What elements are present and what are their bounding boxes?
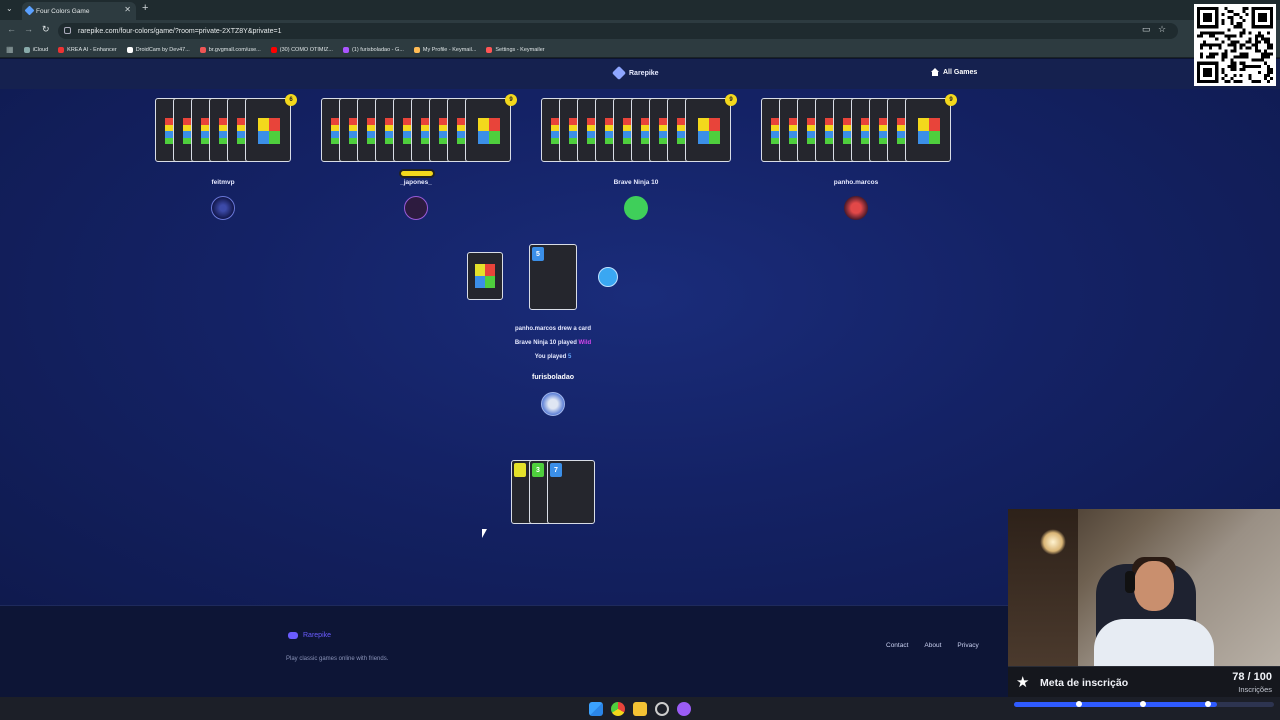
player-card-value: 7 xyxy=(550,463,562,477)
mouse-cursor-icon xyxy=(482,529,487,538)
goal-subtitle: Inscrições xyxy=(1238,685,1272,694)
site-favicon-icon xyxy=(24,5,35,16)
opponent-card-back xyxy=(245,98,291,162)
url-text: rarepike.com/four-colors/game/?room=priv… xyxy=(78,27,282,35)
browser-tab-bar: ⌄ Four Colors Game ✕ + xyxy=(0,0,1280,20)
player-card-value xyxy=(514,463,526,477)
log-line-3: You played 5 xyxy=(534,354,572,360)
all-games-label: All Games xyxy=(943,68,978,76)
opponent-avatar xyxy=(211,196,235,220)
webcam-overlay xyxy=(1008,509,1280,666)
address-bar[interactable]: rarepike.com/four-colors/game/?room=priv… xyxy=(58,23,1178,39)
browser-toolbar: ← → ↻ rarepike.com/four-colors/game/?roo… xyxy=(0,20,1280,42)
wild-logo-icon xyxy=(475,264,495,288)
footer-tagline: Play classic games online with friends. xyxy=(286,656,389,662)
browser-tab[interactable]: Four Colors Game ✕ xyxy=(22,2,136,20)
messenger-icon[interactable] xyxy=(677,701,691,716)
opponent-card-count-badge: 6 xyxy=(285,94,297,106)
draw-deck[interactable] xyxy=(467,252,503,300)
bookmark-item[interactable]: (30) COMO OTIMIZ... xyxy=(270,46,333,53)
file-explorer-icon[interactable] xyxy=(633,701,647,716)
new-tab-icon[interactable]: + xyxy=(142,2,148,14)
goal-progress-bar xyxy=(1014,701,1274,707)
opponent-card-back xyxy=(465,98,511,162)
goal-count: 78 / 100 xyxy=(1232,671,1272,683)
bookmark-item[interactable]: br.gvgmall.com/use... xyxy=(199,46,261,53)
bookmarks-bar: ▦ iCloud KREA AI - Enhancer DroidCam by … xyxy=(0,42,1280,58)
player-name: furisboladao xyxy=(531,374,574,381)
wild-logo-icon xyxy=(258,118,280,144)
subscription-goal-widget: ★ Meta de inscrição 78 / 100 Inscrições xyxy=(1008,666,1280,697)
bookmark-item[interactable]: iCloud xyxy=(23,46,48,53)
chrome-icon[interactable] xyxy=(611,701,625,716)
goal-title: Meta de inscrição xyxy=(1040,677,1129,689)
player-avatar xyxy=(541,392,565,416)
discard-pile-card: 5 xyxy=(529,244,577,310)
forward-icon[interactable]: → xyxy=(24,24,33,34)
back-icon[interactable]: ← xyxy=(7,24,16,34)
pile-card-value: 5 xyxy=(532,247,544,261)
brand-name: Rarepike xyxy=(629,69,659,77)
obs-icon[interactable] xyxy=(655,701,669,716)
opponent-card-back xyxy=(905,98,951,162)
contact-link[interactable]: Contact xyxy=(886,642,908,649)
footer-brand[interactable]: Rarepike xyxy=(288,632,331,639)
tab-search-icon[interactable]: ⌄ xyxy=(6,4,13,13)
privacy-link[interactable]: Privacy xyxy=(957,642,978,649)
opponent-card-back xyxy=(685,98,731,162)
bookmark-item[interactable]: KREA AI - Enhancer xyxy=(58,46,117,53)
opponent-avatar xyxy=(844,196,868,220)
os-taskbar xyxy=(0,697,1280,720)
current-color-indicator xyxy=(598,267,618,287)
opponent-name: panho.marcos xyxy=(833,179,879,186)
qr-code xyxy=(1194,4,1276,86)
close-tab-icon[interactable]: ✕ xyxy=(124,5,131,14)
opponent-card-count-badge: 9 xyxy=(725,94,737,106)
bookmark-star-icon[interactable]: ☆ xyxy=(1158,24,1166,35)
bookmark-item[interactable]: (1) furisboladao - G... xyxy=(342,46,404,53)
opponent-name: Brave Ninja 10 xyxy=(613,179,659,186)
wild-logo-icon xyxy=(918,118,940,144)
apps-icon[interactable]: ▦ xyxy=(6,45,14,54)
bookmark-item[interactable]: DroidCam by Dev47... xyxy=(126,46,190,53)
cast-icon[interactable]: ▭ xyxy=(1142,24,1151,35)
current-turn-indicator xyxy=(399,169,435,178)
wild-logo-icon xyxy=(698,118,720,144)
brand-link[interactable]: Rarepike xyxy=(611,65,659,81)
bookmark-item[interactable]: My Profile - Keymail... xyxy=(413,46,476,53)
star-icon: ★ xyxy=(1016,674,1030,691)
tab-title: Four Colors Game xyxy=(36,7,90,15)
player-card[interactable]: 7 xyxy=(547,460,595,524)
opponent-name: feitmvp xyxy=(211,179,235,186)
player-card-value: 3 xyxy=(532,463,544,477)
home-icon xyxy=(931,68,939,76)
opponent-avatar xyxy=(624,196,648,220)
all-games-link[interactable]: All Games xyxy=(931,68,977,76)
player-hand: 37 xyxy=(511,460,595,525)
rarepike-logo-icon xyxy=(611,65,627,81)
gamepad-icon xyxy=(288,632,298,639)
opponent-card-count-badge: 9 xyxy=(505,94,517,106)
about-link[interactable]: About xyxy=(924,642,941,649)
log-line-2: Brave Ninja 10 played Wild xyxy=(514,340,592,346)
footer-links: Contact About Privacy xyxy=(886,642,979,649)
log-line-1: panho.marcos drew a card xyxy=(514,326,592,332)
bookmark-item[interactable]: Settings - Keymailer xyxy=(486,46,545,53)
opponent-card-count-badge: 9 xyxy=(945,94,957,106)
site-header: Rarepike All Games xyxy=(0,59,1280,89)
start-icon[interactable] xyxy=(589,701,603,716)
site-info-icon[interactable] xyxy=(64,27,71,34)
wild-logo-icon xyxy=(478,118,500,144)
reload-icon[interactable]: ↻ xyxy=(42,24,50,35)
opponent-avatar xyxy=(404,196,428,220)
opponent-name: _japones_ xyxy=(400,179,432,186)
